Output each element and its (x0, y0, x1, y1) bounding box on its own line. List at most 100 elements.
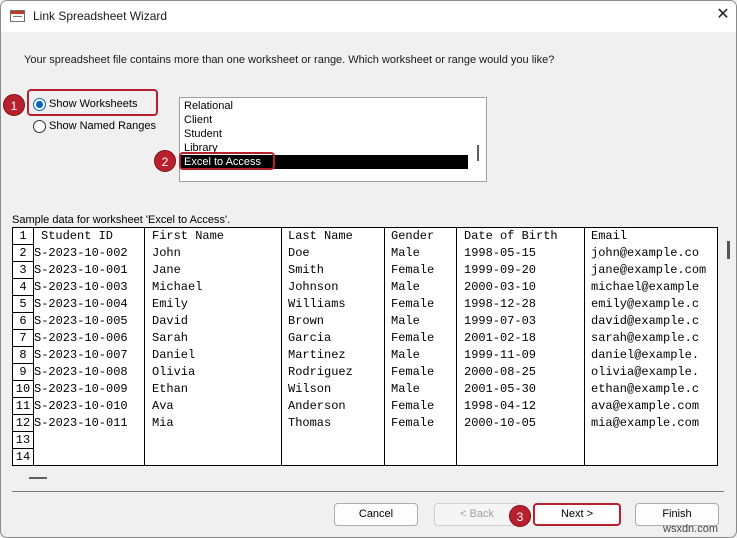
table-cell: Ethan (152, 382, 189, 396)
table-cell: Female (391, 331, 435, 345)
table-cell: Rodriguez (288, 365, 353, 379)
watermark-text: wsxdn.com (663, 523, 719, 535)
table-cell: sarah@example.c (591, 331, 700, 345)
table-cell: Female (391, 263, 435, 277)
table-cell: Male (391, 348, 420, 362)
grid-divider (144, 228, 145, 465)
row-number: 8 (13, 347, 33, 364)
table-cell: 2001-05-30 (464, 382, 537, 396)
table-cell: Male (391, 314, 420, 328)
row-number: 14 (13, 449, 33, 465)
table-cell: Emily (152, 297, 189, 311)
table-cell: S-2023-10-006 (34, 331, 128, 345)
column-header: Date of Birth (464, 229, 558, 243)
table-cell: 2000-10-05 (464, 416, 537, 430)
list-item[interactable]: Client (184, 113, 212, 127)
table-cell: Doe (288, 246, 310, 260)
highlight-box-worksheets (27, 89, 158, 116)
table-cell: john@example.co (591, 246, 700, 260)
table-cell: Female (391, 297, 435, 311)
table-cell: David (152, 314, 189, 328)
table-cell: Sarah (152, 331, 189, 345)
list-item[interactable]: Relational (184, 99, 233, 113)
table-cell: S-2023-10-011 (34, 416, 128, 430)
table-cell: 1999-09-20 (464, 263, 537, 277)
table-cell: emily@example.c (591, 297, 700, 311)
table-cell: Garcia (288, 331, 332, 345)
table-cell: Male (391, 382, 420, 396)
table-cell: Female (391, 399, 435, 413)
table-cell: 1998-04-12 (464, 399, 537, 413)
sample-data-grid[interactable]: 1 Student ID First Name Last Name Gender Date… (12, 227, 718, 466)
table-cell: Anderson (288, 399, 346, 413)
table-cell: Male (391, 280, 420, 294)
table-cell: Mia (152, 416, 174, 430)
grid-horizontal-scrollbar-thumb[interactable] (29, 477, 47, 479)
wizard-window: Link Spreadsheet Wizard ✕ Your spreadshe… (0, 0, 737, 538)
table-cell: S-2023-10-007 (34, 348, 128, 362)
table-cell: Olivia (152, 365, 196, 379)
column-header: Email (591, 229, 628, 243)
window-title: Link Spreadsheet Wizard (33, 9, 168, 23)
back-button[interactable]: < Back (434, 503, 520, 526)
table-cell: Male (391, 246, 420, 260)
table-cell: S-2023-10-010 (34, 399, 128, 413)
spreadsheet-icon (10, 10, 25, 22)
table-cell: Female (391, 416, 435, 430)
table-cell: ethan@example.c (591, 382, 700, 396)
row-number: 4 (13, 279, 33, 296)
sample-data-label: Sample data for worksheet 'Excel to Acce… (12, 214, 231, 226)
table-cell: John (152, 246, 181, 260)
list-scrollbar-thumb[interactable] (477, 145, 479, 161)
row-number: 1 (13, 228, 33, 245)
table-cell: S-2023-10-002 (34, 246, 128, 260)
instruction-text: Your spreadsheet file contains more than… (24, 54, 555, 66)
radio-unselected-icon[interactable] (33, 119, 46, 133)
table-cell: S-2023-10-003 (34, 280, 128, 294)
show-named-ranges-option[interactable]: Show Named Ranges (33, 118, 156, 134)
step-badge-3: 3 (509, 505, 531, 527)
table-cell: S-2023-10-005 (34, 314, 128, 328)
table-cell: jane@example.com (591, 263, 707, 277)
table-cell: 2001-02-18 (464, 331, 537, 345)
table-cell: michael@example (591, 280, 700, 294)
table-cell: 2000-08-25 (464, 365, 537, 379)
next-button[interactable]: Next > (533, 503, 621, 526)
list-item[interactable]: Student (184, 127, 222, 141)
highlight-box-worksheet (179, 152, 275, 170)
row-number: 11 (13, 398, 33, 415)
table-cell: Smith (288, 263, 325, 277)
table-cell: Thomas (288, 416, 332, 430)
table-cell: olivia@example. (591, 365, 700, 379)
table-cell: Wilson (288, 382, 332, 396)
table-cell: daniel@example. (591, 348, 700, 362)
row-number: 9 (13, 364, 33, 381)
table-cell: Martinez (288, 348, 346, 362)
column-header: Student ID (41, 229, 114, 243)
column-header: Gender (391, 229, 435, 243)
table-cell: S-2023-10-008 (34, 365, 128, 379)
title-bar: Link Spreadsheet Wizard ✕ (1, 1, 736, 32)
table-cell: Michael (152, 280, 203, 294)
table-cell: Daniel (152, 348, 196, 362)
close-icon[interactable]: ✕ (713, 5, 733, 25)
column-header: First Name (152, 229, 225, 243)
table-cell: 1999-07-03 (464, 314, 537, 328)
table-cell: 2000-03-10 (464, 280, 537, 294)
grid-vertical-scrollbar-thumb[interactable] (727, 241, 730, 259)
button-separator (12, 491, 724, 492)
cancel-button[interactable]: Cancel (334, 503, 418, 526)
table-cell: S-2023-10-001 (34, 263, 128, 277)
table-cell: Williams (288, 297, 346, 311)
step-badge-1: 1 (3, 94, 25, 116)
table-cell: ava@example.com (591, 399, 700, 413)
row-number: 7 (13, 330, 33, 347)
step-badge-2: 2 (154, 150, 176, 172)
table-cell: Brown (288, 314, 325, 328)
table-cell: S-2023-10-004 (34, 297, 128, 311)
row-number: 3 (13, 262, 33, 279)
table-cell: 1999-11-09 (464, 348, 537, 362)
table-cell: 1998-05-15 (464, 246, 537, 260)
show-named-ranges-label: Show Named Ranges (49, 120, 157, 132)
row-number: 2 (13, 245, 33, 262)
